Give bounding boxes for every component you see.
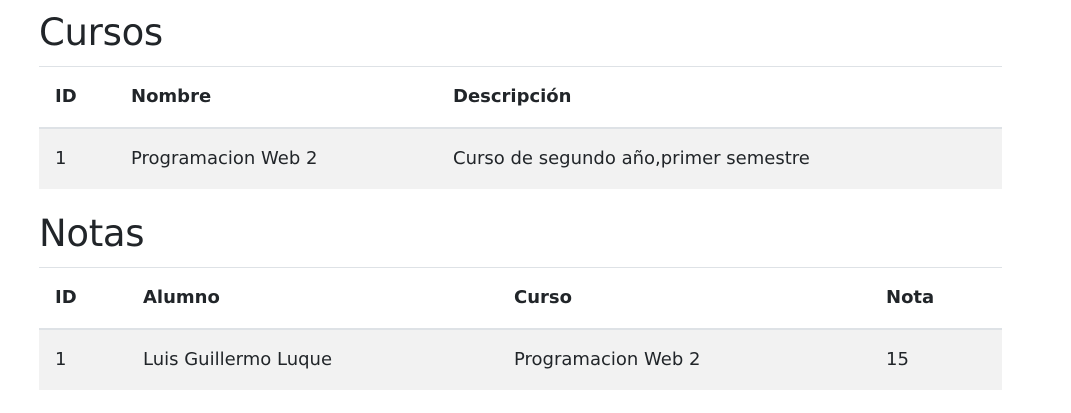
notas-table-header: ID Alumno Curso Nota: [39, 267, 1002, 330]
table-row: 1 Luis Guillermo Luque Programacion Web …: [39, 328, 1002, 390]
header-row: ID Nombre Descripción: [39, 66, 1002, 129]
cell-id: 1: [39, 127, 115, 189]
cursos-title: Cursos: [39, 11, 163, 54]
column-header-alumno: Alumno: [127, 267, 498, 330]
cell-nombre: Programacion Web 2: [115, 127, 437, 189]
notas-table-body: 1 Luis Guillermo Luque Programacion Web …: [39, 328, 1002, 390]
table-row: 1 Programacion Web 2 Curso de segundo añ…: [39, 127, 1002, 189]
cell-id: 1: [39, 328, 127, 390]
cursos-section: Cursos ID Nombre Descripción 1 Programac…: [39, 0, 1002, 189]
column-header-descripcion: Descripción: [437, 66, 1002, 129]
column-header-nombre: Nombre: [115, 66, 437, 129]
page: Cursos ID Nombre Descripción 1 Programac…: [0, 0, 1071, 413]
cell-curso: Programacion Web 2: [498, 328, 870, 390]
column-header-nota: Nota: [870, 267, 1002, 330]
notas-section: Notas ID Alumno Curso Nota 1 Luis Guille…: [39, 201, 1002, 390]
cursos-table-header: ID Nombre Descripción: [39, 66, 1002, 129]
cursos-table-body: 1 Programacion Web 2 Curso de segundo añ…: [39, 127, 1002, 189]
cell-nota: 15: [870, 328, 1002, 390]
cell-alumno: Luis Guillermo Luque: [127, 328, 498, 390]
header-row: ID Alumno Curso Nota: [39, 267, 1002, 330]
column-header-id: ID: [39, 267, 127, 330]
column-header-id: ID: [39, 66, 115, 129]
cursos-table: ID Nombre Descripción 1 Programacion Web…: [39, 66, 1002, 189]
notas-title: Notas: [39, 212, 145, 255]
notas-table: ID Alumno Curso Nota 1 Luis Guillermo Lu…: [39, 267, 1002, 390]
cell-descripcion: Curso de segundo año,primer semestre: [437, 127, 1002, 189]
column-header-curso: Curso: [498, 267, 870, 330]
